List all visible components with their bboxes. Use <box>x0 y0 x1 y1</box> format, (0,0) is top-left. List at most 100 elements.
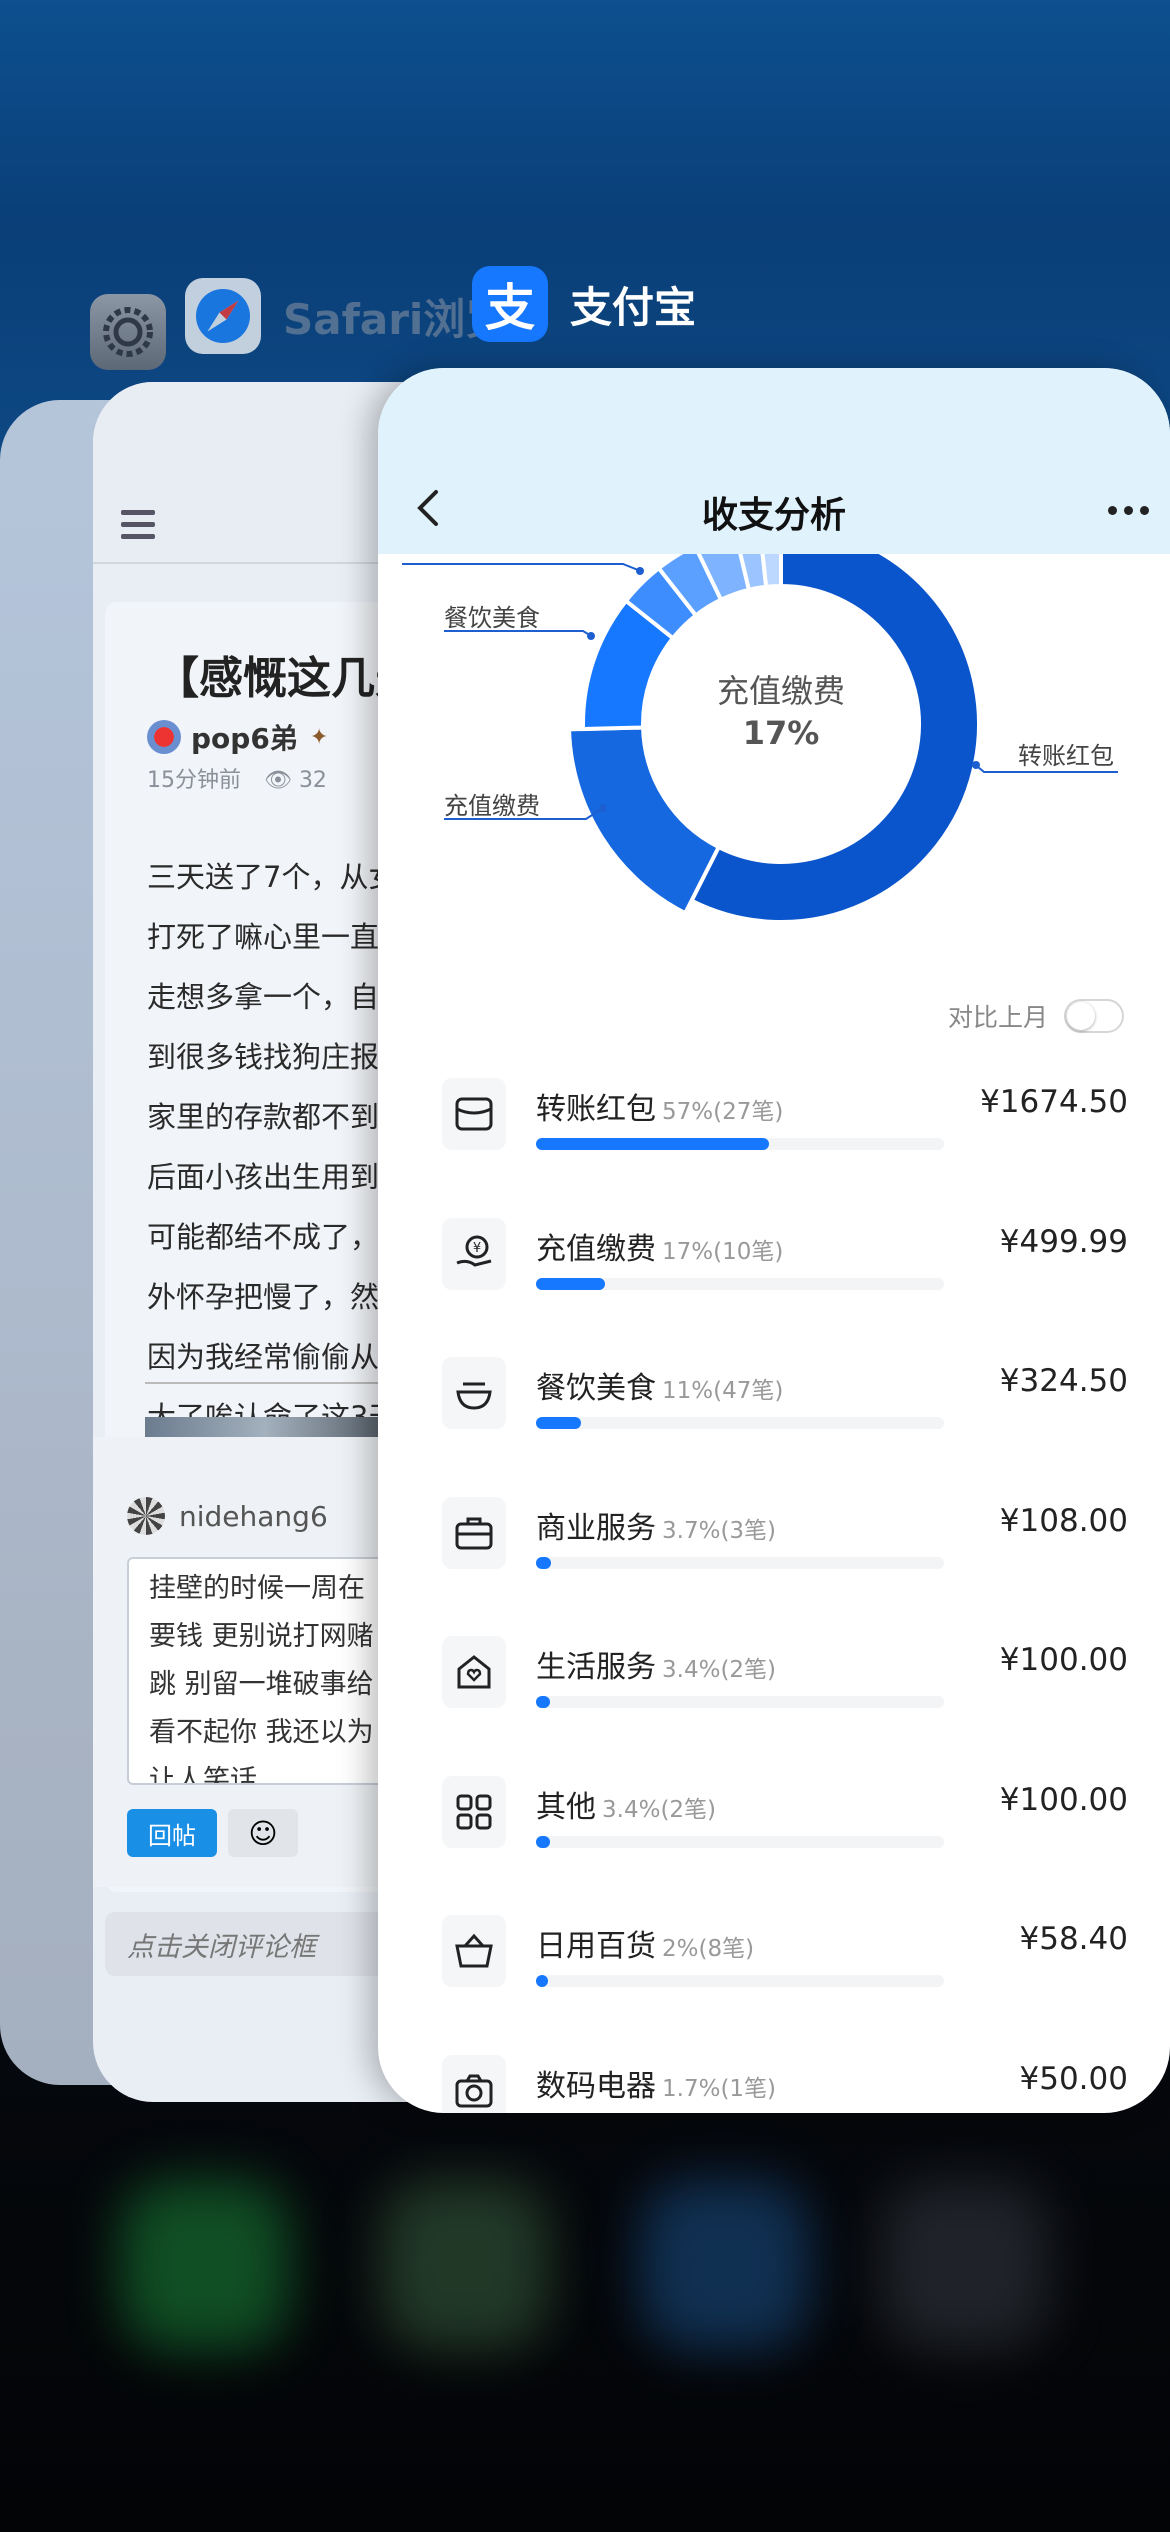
category-pct: 17% <box>662 1238 714 1265</box>
post-meta: 15分钟前 👁 32 <box>147 762 327 794</box>
callout-label-transfer: 转账红包 <box>1018 742 1114 770</box>
compass-icon <box>185 278 261 354</box>
compare-toggle[interactable] <box>1064 999 1125 1033</box>
category-share: 3.4%(2笔) <box>602 1797 716 1823</box>
blurred-dock <box>0 2130 1170 2532</box>
category-amount: ¥1674.50 <box>980 1084 1128 1120</box>
expense-donut-chart: 充值缴费 17% 餐饮美食 充值缴费 转账红包 <box>402 554 1118 924</box>
category-share: 11%(47笔) <box>662 1378 783 1404</box>
alipay-app-card[interactable]: 收支分析 充值缴费 17% 餐饮美食 充值缴费 转账红包 对比上月 转账红包 57… <box>378 368 1170 2113</box>
grid-icon <box>442 1775 506 1848</box>
house-heart-icon <box>442 1636 506 1708</box>
category-bar-fill <box>536 1417 581 1429</box>
category-amount: ¥324.50 <box>999 1363 1128 1399</box>
dock-app-icon <box>380 2180 550 2350</box>
category-pct: 11% <box>662 1378 714 1404</box>
compare-toggle-row: 对比上月 <box>948 998 1125 1034</box>
callout-dot <box>972 761 980 769</box>
category-bar-track <box>536 1417 944 1429</box>
smiley-icon[interactable]: ☺ <box>228 1809 298 1857</box>
badge-icon: ✦ <box>309 724 329 750</box>
post-body-line: 走想多拿一个，自己 <box>147 980 409 1014</box>
compare-label: 对比上月 <box>948 1003 1049 1032</box>
category-count: (10笔) <box>713 1238 784 1265</box>
category-label: 其他 <box>536 1789 596 1825</box>
donut-slice-1[interactable] <box>567 725 722 916</box>
category-pct: 2% <box>662 1936 699 1962</box>
post-body-line: 打死了嘛心里一直想 <box>147 920 409 954</box>
category-amount: ¥50.00 <box>1019 2060 1128 2097</box>
callout-dot <box>587 632 595 640</box>
post-time: 15分钟前 <box>147 768 241 793</box>
category-bar-fill <box>536 1138 769 1150</box>
category-row[interactable]: 其他 3.4%(2笔) ¥100.00 <box>378 1775 1170 1916</box>
wallet-icon <box>442 1078 506 1150</box>
category-row[interactable]: 数码电器 1.7%(1笔) ¥50.00 <box>378 2054 1170 2113</box>
dock-app-icon <box>120 2180 290 2350</box>
alipay-logo-char: 支 <box>485 279 535 337</box>
post-author[interactable]: pop6弟 ✦ <box>147 717 328 757</box>
category-share: 3.4%(2笔) <box>662 1657 776 1683</box>
category-bar-track <box>536 1556 944 1569</box>
avatar <box>127 1497 165 1535</box>
category-share: 57%(27笔) <box>662 1099 783 1125</box>
callout-dot <box>599 804 607 812</box>
alipay-app-label[interactable]: 支 支付宝 <box>472 266 696 342</box>
post-body-line: 家里的存款都不到一 <box>147 1100 409 1134</box>
category-amount: ¥58.40 <box>1019 1921 1128 1957</box>
callout-label-recharge: 充值缴费 <box>444 792 540 820</box>
settings-app-label[interactable] <box>90 294 166 370</box>
category-label: 生活服务 <box>536 1650 656 1685</box>
callout-line <box>402 563 639 571</box>
camera-icon <box>442 2054 506 2113</box>
category-pct: 57% <box>662 1099 714 1125</box>
menu-icon[interactable] <box>121 510 155 546</box>
alipay-app-name: 支付宝 <box>570 282 697 332</box>
divider <box>145 1382 405 1384</box>
category-count: (27笔) <box>713 1099 784 1125</box>
donut-center-pct: 17% <box>743 714 820 752</box>
eye-icon: 👁 <box>264 768 292 793</box>
category-row[interactable]: ¥ 充值缴费 17%(10笔) ¥499.99 <box>378 1217 1170 1358</box>
post-body-line: 因为我经常偷偷从女 <box>147 1340 409 1374</box>
post-body-line: 到很多钱找狗庄报钱 <box>147 1040 409 1074</box>
page-title: 收支分析 <box>701 495 846 536</box>
donut-center-label: 充值缴费 <box>717 672 845 710</box>
safari-app-label[interactable]: Safari浏览 <box>185 278 507 354</box>
category-label: 商业服务 <box>536 1510 656 1546</box>
reply-button[interactable]: 回帖 <box>127 1809 217 1857</box>
alipay-logo-icon: 支 <box>472 266 548 342</box>
category-pct: 1.7% <box>662 2075 721 2102</box>
category-count: (1笔) <box>720 2075 777 2102</box>
category-count: (8笔) <box>698 1936 755 1962</box>
category-count: (3笔) <box>720 1517 777 1544</box>
category-bar-track <box>536 1975 944 1987</box>
category-name: 其他 3.4%(2笔) <box>536 1782 716 1826</box>
post-body-line: 三天送了7个，从女 <box>147 860 398 894</box>
callout-label-food: 餐饮美食 <box>444 604 540 632</box>
post-body-line: 可能都结不成了，不 <box>147 1220 409 1254</box>
category-row[interactable]: 日用百货 2%(8笔) ¥58.40 <box>378 1915 1170 2055</box>
category-row[interactable]: 生活服务 3.4%(2笔) ¥100.00 <box>378 1636 1170 1776</box>
more-icon[interactable] <box>1108 506 1156 515</box>
category-bar-fill <box>536 1277 605 1290</box>
author-name: pop6弟 <box>191 722 298 755</box>
category-row[interactable]: 餐饮美食 11%(47笔) ¥324.50 <box>378 1357 1170 1497</box>
bowl-icon <box>442 1357 506 1429</box>
post-body: 三天送了7个，从女 打死了嘛心里一直想 走想多拿一个，自己 到很多钱找狗庄报钱 家里的存… <box>147 847 408 1507</box>
category-name: 生活服务 3.4%(2笔) <box>536 1642 776 1686</box>
category-label: 转账红包 <box>536 1092 656 1127</box>
category-amount: ¥100.00 <box>999 1781 1128 1818</box>
category-bar-track <box>536 1277 944 1290</box>
category-row[interactable]: 商业服务 3.7%(3笔) ¥108.00 <box>378 1496 1170 1637</box>
comment-user-name: nidehang6 <box>179 1499 328 1533</box>
category-count: (2笔) <box>720 1657 777 1683</box>
category-amount: ¥100.00 <box>999 1642 1128 1678</box>
dock-app-icon <box>880 2180 1050 2350</box>
donut-slice-0[interactable] <box>688 554 981 924</box>
category-label: 数码电器 <box>536 2068 656 2104</box>
category-amount: ¥108.00 <box>999 1502 1128 1539</box>
category-row[interactable]: 转账红包 57%(27笔) ¥1674.50 <box>378 1078 1170 1218</box>
category-pct: 3.4% <box>662 1657 721 1683</box>
category-name: 商业服务 3.7%(3笔) <box>536 1503 776 1547</box>
